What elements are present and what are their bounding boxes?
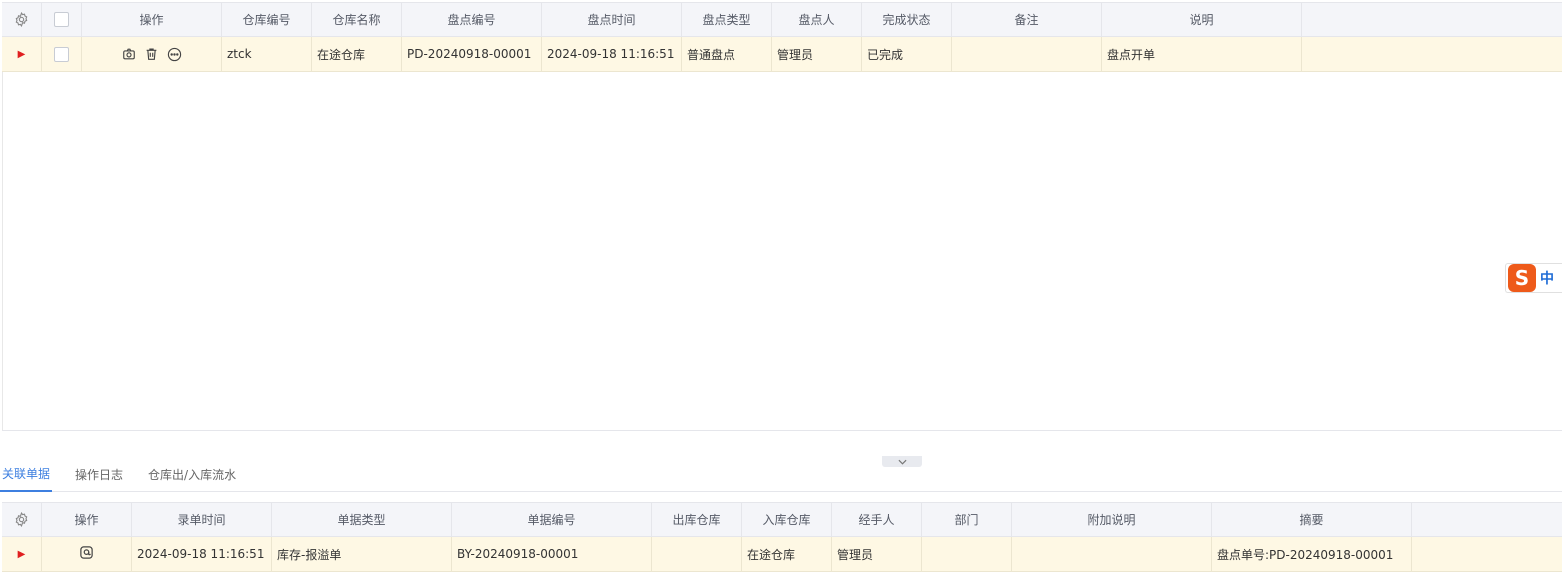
main-grid-header: 操作 仓库编号 仓库名称 盘点编号 盘点时间 盘点类型 盘点人 完成状态 备注 …: [2, 2, 1562, 37]
col-header-summary[interactable]: 摘要: [1212, 503, 1412, 536]
cell-inventory-type: 普通盘点: [682, 37, 772, 71]
col-header-handler[interactable]: 经手人: [832, 503, 922, 536]
row-checkbox[interactable]: [42, 37, 82, 71]
col-header-remark[interactable]: 备注: [952, 3, 1102, 36]
column-settings-button[interactable]: [2, 3, 42, 36]
table-body-empty-area: [2, 72, 1562, 431]
col-header-filler: [1412, 503, 1562, 536]
cell-inventory-no: PD-20240918-00001: [402, 37, 542, 71]
row-current-arrow-icon: ▶: [17, 48, 26, 60]
gear-icon: [15, 512, 28, 527]
col-header-inventory-type[interactable]: 盘点类型: [682, 3, 772, 36]
col-header-warehouse-name[interactable]: 仓库名称: [312, 3, 402, 36]
gear-icon: [15, 12, 28, 27]
table-footer: [2, 430, 1562, 458]
col-header-inventory-time[interactable]: 盘点时间: [542, 3, 682, 36]
col-header-out-warehouse[interactable]: 出库仓库: [652, 503, 742, 536]
col-header-inventory-no[interactable]: 盘点编号: [402, 3, 542, 36]
tab-warehouse-flow[interactable]: 仓库出/入库流水: [146, 458, 238, 492]
cell-warehouse-name: 在途仓库: [312, 37, 402, 71]
col-header-action[interactable]: 操作: [82, 3, 222, 36]
cell-filler: [1302, 37, 1562, 71]
col-header-action[interactable]: 操作: [42, 503, 132, 536]
view-doc-icon[interactable]: [79, 545, 94, 563]
select-all-checkbox[interactable]: [42, 3, 82, 36]
cell-counter: 管理员: [772, 37, 862, 71]
ime-widget[interactable]: S 中: [1505, 263, 1562, 293]
col-header-filler: [1302, 3, 1562, 36]
cell-doc-type: 库存-报溢单: [272, 537, 452, 571]
cell-filler: [1412, 537, 1562, 571]
main-grid: 操作 仓库编号 仓库名称 盘点编号 盘点时间 盘点类型 盘点人 完成状态 备注 …: [2, 2, 1562, 72]
detail-tabs: 关联单据 操作日志 仓库出/入库流水: [0, 458, 1562, 492]
cell-extra: [1012, 537, 1212, 571]
col-header-doc-no[interactable]: 单据编号: [452, 503, 652, 536]
row-indicator: ▶: [2, 37, 42, 71]
trash-icon[interactable]: [145, 47, 158, 61]
related-column-settings-button[interactable]: [2, 503, 42, 536]
row-actions: [42, 537, 132, 571]
cell-handler: 管理员: [832, 537, 922, 571]
col-header-description[interactable]: 说明: [1102, 3, 1302, 36]
col-header-department[interactable]: 部门: [922, 503, 1012, 536]
table-row[interactable]: ▶ 2024-09-18 11:16:51 库存-报溢单 BY-20240918…: [2, 537, 1562, 572]
row-current-arrow-icon: ▶: [17, 548, 26, 560]
col-header-warehouse-code[interactable]: 仓库编号: [222, 3, 312, 36]
cell-warehouse-code: ztck: [222, 37, 312, 71]
table-row[interactable]: ▶ ztck 在途仓库 PD-20240918-00001 2024-09-18…: [2, 37, 1562, 72]
col-header-status[interactable]: 完成状态: [862, 3, 952, 36]
cell-entry-time: 2024-09-18 11:16:51: [132, 537, 272, 571]
cell-description: 盘点开单: [1102, 37, 1302, 71]
cell-status: 已完成: [862, 37, 952, 71]
col-header-extra[interactable]: 附加说明: [1012, 503, 1212, 536]
tab-related-docs[interactable]: 关联单据: [0, 458, 53, 492]
col-header-entry-time[interactable]: 录单时间: [132, 503, 272, 536]
cell-inventory-time: 2024-09-18 11:16:51: [542, 37, 682, 71]
cell-doc-no: BY-20240918-00001: [452, 537, 652, 571]
cell-remark: [952, 37, 1102, 71]
more-icon[interactable]: [167, 47, 182, 62]
related-grid: 操作 录单时间 单据类型 单据编号 出库仓库 入库仓库 经手人 部门 附加说明 …: [2, 502, 1562, 572]
row-indicator: ▶: [2, 537, 42, 571]
col-header-in-warehouse[interactable]: 入库仓库: [742, 503, 832, 536]
col-header-counter[interactable]: 盘点人: [772, 3, 862, 36]
sogou-logo-icon: S: [1508, 264, 1536, 292]
cell-out-warehouse: [652, 537, 742, 571]
camera-icon[interactable]: [122, 47, 136, 61]
cell-department: [922, 537, 1012, 571]
cell-in-warehouse: 在途仓库: [742, 537, 832, 571]
ime-mode-label: 中: [1540, 271, 1554, 287]
row-actions: [82, 37, 222, 71]
tab-operation-log[interactable]: 操作日志: [73, 458, 125, 492]
cell-summary: 盘点单号:PD-20240918-00001: [1212, 537, 1412, 571]
related-grid-header: 操作 录单时间 单据类型 单据编号 出库仓库 入库仓库 经手人 部门 附加说明 …: [2, 502, 1562, 537]
col-header-doc-type[interactable]: 单据类型: [272, 503, 452, 536]
